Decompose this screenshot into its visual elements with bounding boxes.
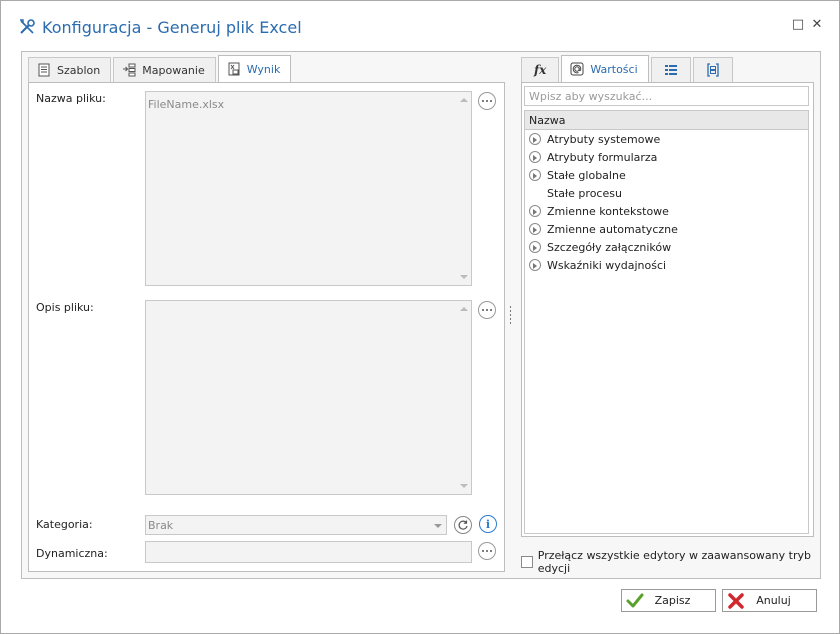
tree-item-context-variables[interactable]: Zmienne kontekstowe: [529, 202, 669, 220]
panel-splitter[interactable]: [510, 306, 512, 324]
checkmark-icon: [626, 593, 644, 607]
left-tab-strip: Szablon Mapowanie Wynik: [28, 55, 293, 82]
expand-arrow-icon[interactable]: [529, 205, 541, 217]
tree-item-label: Atrybuty systemowe: [547, 132, 661, 146]
category-label: Kategoria:: [36, 518, 93, 531]
category-select[interactable]: Brak: [145, 515, 447, 535]
file-description-field[interactable]: [145, 300, 472, 495]
expand-arrow-icon[interactable]: [529, 169, 541, 181]
cancel-button-label: Anuluj: [756, 594, 791, 607]
advanced-mode-label: Przełącz wszystkie edytory w zaawansowan…: [537, 549, 811, 575]
right-tab-strip: fx Wartości: [521, 55, 735, 82]
tab-label: Wynik: [246, 62, 281, 76]
tab-szablon[interactable]: Szablon: [28, 57, 112, 82]
expand-arrow-icon[interactable]: [529, 151, 541, 163]
tree-item-label: Zmienne automatyczne: [547, 222, 678, 236]
tree-item-label: Zmienne kontekstowe: [547, 204, 669, 218]
chevron-down-icon: [434, 524, 442, 528]
expand-arrow-icon[interactable]: [529, 259, 541, 271]
close-button[interactable]: ✕: [810, 18, 824, 32]
tab-label: Szablon: [57, 63, 101, 77]
tab-list[interactable]: [650, 57, 691, 82]
mapping-icon: [123, 63, 136, 77]
file-name-label: Nazwa pliku:: [36, 92, 106, 105]
tree-item-system-attributes[interactable]: Atrybuty systemowe: [529, 130, 660, 148]
file-name-value: FileName.xlsx: [148, 98, 225, 111]
tree-item-label: Stałe procesu: [547, 186, 622, 200]
tab-functions[interactable]: fx: [521, 57, 560, 82]
list-icon: [664, 65, 677, 75]
tree-item-label: Wskaźniki wydajności: [547, 258, 667, 272]
tree-item-process-constants[interactable]: Stałe procesu: [529, 184, 622, 202]
tab-mapowanie[interactable]: Mapowanie: [113, 57, 216, 82]
tree-item-global-constants[interactable]: Stałe globalne: [529, 166, 626, 184]
dialog-title: Konfiguracja - Generuj plik Excel: [42, 17, 302, 37]
tab-bracket[interactable]: [692, 57, 733, 82]
values-at-icon: [570, 62, 584, 76]
column-header-nazwa[interactable]: Nazwa: [525, 111, 808, 130]
config-dialog-window: Konfiguracja - Generuj plik Excel □ ✕ Sz…: [0, 0, 840, 634]
document-icon: [38, 63, 50, 77]
advanced-mode-checkbox[interactable]: [521, 556, 533, 568]
expand-arrow-icon[interactable]: [529, 241, 541, 253]
info-icon: i: [485, 517, 491, 531]
file-description-more-button[interactable]: [478, 301, 496, 319]
tab-values[interactable]: Wartości: [561, 55, 649, 82]
expand-arrow-icon[interactable]: [529, 223, 541, 235]
file-name-field[interactable]: FileName.xlsx: [145, 91, 472, 286]
function-fx-icon: fx: [534, 63, 547, 77]
tree-item-form-attributes[interactable]: Atrybuty formularza: [529, 148, 657, 166]
tab-label: Wartości: [590, 62, 638, 76]
refresh-icon: [458, 520, 468, 530]
expand-arrow-icon[interactable]: [529, 133, 541, 145]
file-name-more-button[interactable]: [478, 92, 496, 110]
excel-result-icon: [228, 62, 240, 76]
cancel-x-icon: [728, 592, 744, 609]
file-name-scrollbar[interactable]: [457, 92, 471, 285]
file-description-scrollbar[interactable]: [457, 301, 471, 494]
tree-item-performance-indicators[interactable]: Wskaźniki wydajności: [529, 256, 666, 274]
tree-item-label: Stałe globalne: [547, 168, 626, 182]
tree-item-automatic-variables[interactable]: Zmienne automatyczne: [529, 220, 678, 238]
save-button[interactable]: Zapisz: [621, 589, 716, 612]
tab-wynik[interactable]: Wynik: [217, 55, 292, 82]
info-button[interactable]: i: [479, 515, 497, 533]
dynamic-label: Dynamiczna:: [36, 547, 108, 560]
tab-label: Mapowanie: [142, 63, 205, 77]
tree-item-label: Atrybuty formularza: [547, 150, 658, 164]
category-value: Brak: [148, 519, 174, 532]
file-description-label: Opis pliku:: [36, 301, 94, 314]
dynamic-more-button[interactable]: [478, 542, 496, 560]
tree-item-attachment-details[interactable]: Szczegóły załączników: [529, 238, 671, 256]
values-search-input[interactable]: Wpisz aby wyszukać...: [524, 86, 809, 106]
bracket-box-icon: [707, 63, 719, 77]
tools-icon: [20, 19, 35, 34]
refresh-button[interactable]: [454, 516, 472, 534]
dynamic-field[interactable]: [145, 541, 472, 563]
search-placeholder: Wpisz aby wyszukać...: [529, 90, 653, 103]
maximize-button[interactable]: □: [791, 18, 805, 32]
save-button-label: Zapisz: [654, 594, 691, 607]
tree-item-label: Szczegóły załączników: [547, 240, 672, 254]
advanced-mode-toggle[interactable]: Przełącz wszystkie edytory w zaawansowan…: [521, 549, 839, 575]
dialog-title-bar: Konfiguracja - Generuj plik Excel: [18, 15, 302, 39]
cancel-button[interactable]: Anuluj: [722, 589, 817, 612]
